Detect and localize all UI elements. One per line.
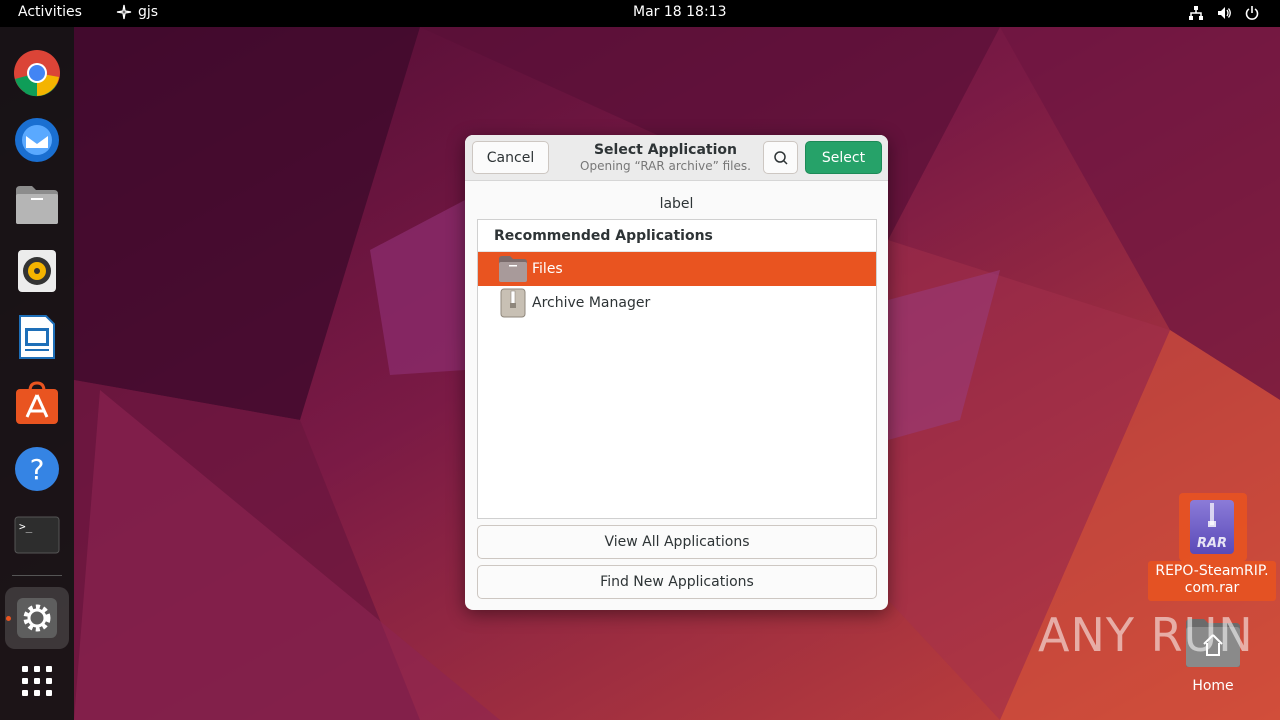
thunderbird-icon[interactable] — [12, 114, 62, 164]
find-new-applications-button[interactable]: Find New Applications — [477, 565, 877, 599]
software-icon[interactable] — [12, 378, 62, 428]
svg-text:>_: >_ — [19, 520, 33, 533]
network-icon — [1189, 6, 1203, 20]
home-label: Home — [1192, 678, 1234, 694]
recommended-heading: Recommended Applications — [494, 228, 713, 244]
rar-archive-icon: RAR — [1190, 500, 1234, 554]
app-name: Archive Manager — [532, 295, 651, 311]
activities-button[interactable]: Activities — [18, 4, 82, 20]
dialog-header: Cancel Select Application Opening “RAR a… — [465, 135, 888, 181]
dock-separator — [12, 575, 62, 576]
files-folder-icon — [498, 254, 528, 284]
app-row-files[interactable]: Files — [478, 252, 876, 286]
cancel-button[interactable]: Cancel — [472, 141, 549, 174]
help-icon[interactable]: ? — [12, 444, 62, 494]
terminal-icon[interactable]: >_ — [12, 510, 62, 560]
volume-icon — [1218, 7, 1231, 19]
chrome-icon[interactable] — [12, 48, 62, 98]
settings-icon[interactable] — [12, 593, 62, 643]
app-name: Files — [532, 261, 563, 277]
dialog-title: Select Application — [593, 142, 738, 158]
power-icon — [1245, 6, 1259, 20]
libreoffice-writer-icon[interactable] — [12, 312, 62, 362]
show-apps-icon[interactable] — [12, 656, 62, 706]
app-menu-label: gjs — [138, 4, 159, 20]
search-icon — [773, 150, 788, 165]
rar-file-label: REPO-SteamRIP. com.rar — [1148, 561, 1276, 601]
application-list: Recommended Applications Files Archive M… — [477, 219, 877, 519]
archive-manager-icon — [498, 288, 528, 318]
dialog-subtitle: Opening “RAR archive” files. — [580, 159, 751, 173]
app-row-archive-manager[interactable]: Archive Manager — [478, 286, 876, 320]
app-sparkle-icon — [116, 4, 132, 20]
svg-text:RAR: RAR — [1197, 536, 1227, 551]
running-indicator — [6, 616, 11, 621]
watermark-text: ANY RUN — [1038, 608, 1254, 662]
view-all-applications-button[interactable]: View All Applications — [477, 525, 877, 559]
rhythmbox-icon[interactable] — [12, 246, 62, 296]
system-menu[interactable] — [1188, 5, 1260, 21]
search-button[interactable] — [763, 141, 798, 174]
app-menu[interactable]: gjs — [116, 4, 158, 20]
dialog-body-label: label — [659, 196, 694, 212]
clock[interactable]: Mar 18 18:13 — [633, 4, 726, 20]
select-application-dialog: Cancel Select Application Opening “RAR a… — [465, 135, 888, 610]
anyrun-watermark: ANY RUN — [1038, 608, 1254, 662]
top-bar: Activities gjs Mar 18 18:13 — [0, 0, 1280, 27]
select-button[interactable]: Select — [805, 141, 882, 174]
svg-text:?: ? — [30, 453, 45, 486]
dock: ? >_ — [0, 27, 74, 720]
files-icon[interactable] — [12, 180, 62, 230]
